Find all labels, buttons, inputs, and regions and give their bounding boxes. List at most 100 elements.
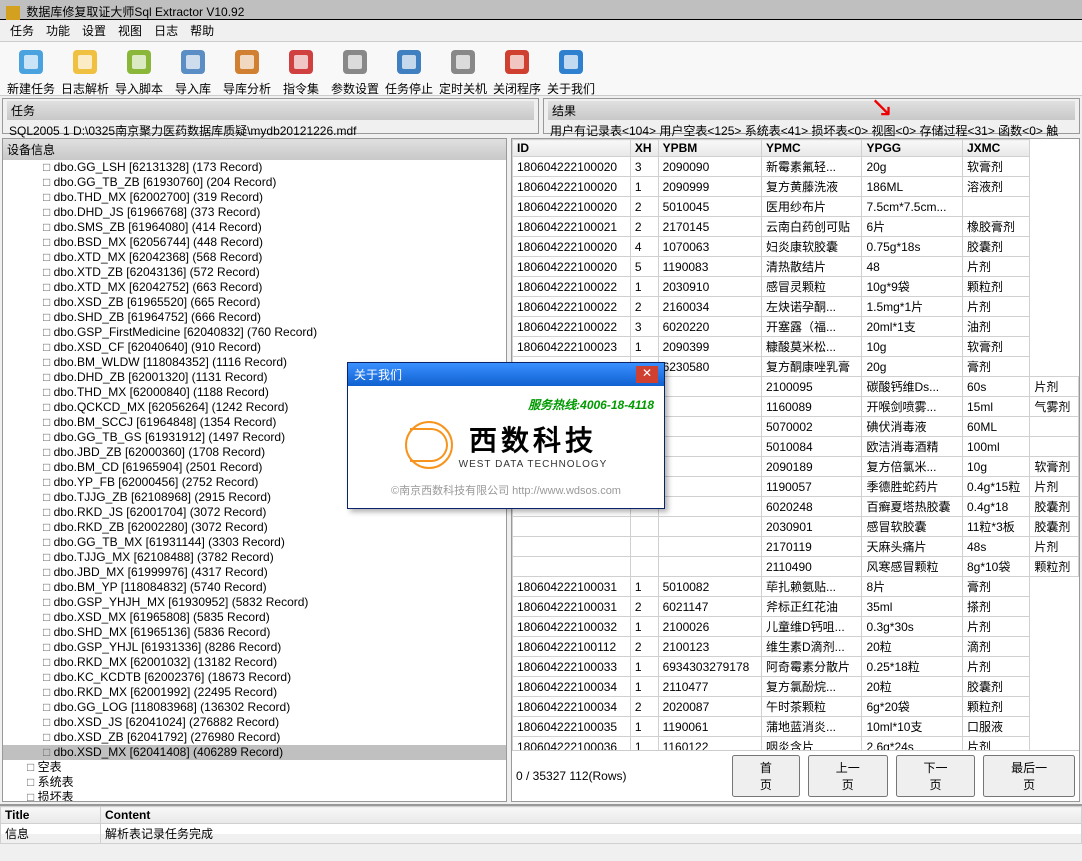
table-row[interactable]: 18060422210002025010045医用纱布片7.5cm*7.5cm.… xyxy=(513,197,1079,217)
tree-item[interactable]: dbo.XSD_MX [61965808] (5835 Record) xyxy=(3,610,506,625)
tool-close[interactable]: 关闭程序 xyxy=(490,46,544,91)
grid-col-YPMC[interactable]: YPMC xyxy=(761,140,861,157)
tree-item[interactable]: dbo.THD_MX [62002700] (319 Record) xyxy=(3,190,506,205)
table-row[interactable]: 18060422210002236020220开塞露（福...20ml*1支油剂 xyxy=(513,317,1079,337)
grid-col-ID[interactable]: ID xyxy=(513,140,631,157)
cell: 膏剂 xyxy=(962,357,1029,377)
tree-item[interactable]: dbo.JBD_MX [61999976] (4317 Record) xyxy=(3,565,506,580)
cell: 2.6g*24s xyxy=(862,737,963,751)
pager-next[interactable]: 下一页 xyxy=(896,755,976,797)
table-row[interactable]: 18060422210003511190061蒲地蓝消炎...10ml*10支口… xyxy=(513,717,1079,737)
table-row[interactable]: 18060422210002212030910感冒灵颗粒10g*9袋颗粒剂 xyxy=(513,277,1079,297)
tree-item[interactable]: dbo.SHD_ZB [61964752] (666 Record) xyxy=(3,310,506,325)
table-row[interactable]: 18060422210003611160122咽炎含片2.6g*24s片剂 xyxy=(513,737,1079,751)
tree-item[interactable]: dbo.XSD_CF [62040640] (910 Record) xyxy=(3,340,506,355)
tool-stop[interactable]: 任务停止 xyxy=(382,46,436,91)
cell xyxy=(658,557,761,577)
table-row[interactable]: 18060422210002122170145云南白药创可贴6片橡胶膏剂 xyxy=(513,217,1079,237)
table-row[interactable]: 18060422210003115010082荜扎赖氨贴...8片膏剂 xyxy=(513,577,1079,597)
cell: 180604222100031 xyxy=(513,577,631,597)
table-row[interactable]: 2030901感冒软胶囊11粒*3板胶囊剂 xyxy=(513,517,1079,537)
cell: 胶囊剂 xyxy=(1030,497,1079,517)
table-row[interactable]: 2170119天麻头痛片48s片剂 xyxy=(513,537,1079,557)
tool-analyze[interactable]: 导库分析 xyxy=(220,46,274,91)
pager-last[interactable]: 最后一页 xyxy=(983,755,1075,797)
tree-item[interactable]: dbo.XTD_ZB [62043136] (572 Record) xyxy=(3,265,506,280)
dialog-titlebar[interactable]: 关于我们 ✕ xyxy=(348,363,664,386)
tree-item[interactable]: dbo.RKD_MX [62001032] (13182 Record) xyxy=(3,655,506,670)
tree-item[interactable]: dbo.GSP_FirstMedicine [62040832] (760 Re… xyxy=(3,325,506,340)
table-row[interactable]: 18060422210003212100026儿童维D钙咀...0.3g*30s… xyxy=(513,617,1079,637)
tree-item[interactable]: dbo.GSP_YHJH_MX [61930952] (5832 Record) xyxy=(3,595,506,610)
tool-about[interactable]: 关于我们 xyxy=(544,46,598,91)
cell: 清热散结片 xyxy=(761,257,861,277)
table-row[interactable]: 18060422210003412110477复方氯酚烷...20粒胶囊剂 xyxy=(513,677,1079,697)
table-row[interactable]: 18060422210002041070063妇炎康软胶囊0.75g*18s胶囊… xyxy=(513,237,1079,257)
grid-col-YPBM[interactable]: YPBM xyxy=(658,140,761,157)
menu-视图[interactable]: 视图 xyxy=(112,22,148,40)
tool-log[interactable]: 日志解析 xyxy=(58,46,112,91)
tree-category[interactable]: 空表 xyxy=(3,760,506,775)
tree-item[interactable]: dbo.GG_LOG [118083968] (136302 Record) xyxy=(3,700,506,715)
tree-item[interactable]: dbo.XSD_MX [62041408] (406289 Record) xyxy=(3,745,506,760)
cell: 180604222100020 xyxy=(513,157,631,177)
table-row[interactable]: 18060422210002051190083清热散结片48片剂 xyxy=(513,257,1079,277)
cell: 6021147 xyxy=(658,597,761,617)
tool-settings[interactable]: 参数设置 xyxy=(328,46,382,91)
tree-item[interactable]: dbo.XTD_MX [62042368] (568 Record) xyxy=(3,250,506,265)
close-icon[interactable]: ✕ xyxy=(636,366,658,383)
cell: 20ml*1支 xyxy=(862,317,963,337)
tree-item[interactable]: dbo.BM_YP [118084832] (5740 Record) xyxy=(3,580,506,595)
menu-日志[interactable]: 日志 xyxy=(148,22,184,40)
pager-prev[interactable]: 上一页 xyxy=(808,755,888,797)
cell: 2090999 xyxy=(658,177,761,197)
tree-item[interactable]: dbo.GG_TB_MX [61931144] (3303 Record) xyxy=(3,535,506,550)
grid-col-YPGG[interactable]: YPGG xyxy=(862,140,963,157)
grid-col-JXMC[interactable]: JXMC xyxy=(962,140,1029,157)
red-arrow-annotation xyxy=(870,90,893,123)
table-row[interactable]: 18060422210011222100123维生素D滴剂...20粒滴剂 xyxy=(513,637,1079,657)
cell: 开喉剑喷雾... xyxy=(862,397,963,417)
tree-item[interactable]: dbo.XSD_ZB [61965520] (665 Record) xyxy=(3,295,506,310)
tree-item[interactable]: dbo.XSD_ZB [62041792] (276980 Record) xyxy=(3,730,506,745)
table-row[interactable]: 18060422210003422020087午时茶颗粒6g*20袋颗粒剂 xyxy=(513,697,1079,717)
tool-timer[interactable]: 定时关机 xyxy=(436,46,490,91)
cell: 5010084 xyxy=(761,437,861,457)
pager-first[interactable]: 首页 xyxy=(732,755,800,797)
table-row[interactable]: 18060422210002012090999复方黄藤洗液186ML溶液剂 xyxy=(513,177,1079,197)
tree-item[interactable]: dbo.GSP_YHJL [61931336] (8286 Record) xyxy=(3,640,506,655)
table-row[interactable]: 18060422210002222160034左炔诺孕酮...1.5mg*1片片… xyxy=(513,297,1079,317)
tool-db[interactable]: 导入库 xyxy=(166,46,220,91)
cell: 0.25*18粒 xyxy=(862,657,963,677)
tree-item[interactable]: dbo.XTD_MX [62042752] (663 Record) xyxy=(3,280,506,295)
menu-设置[interactable]: 设置 xyxy=(76,22,112,40)
table-row[interactable]: 2110490风寒感冒颗粒8g*10袋颗粒剂 xyxy=(513,557,1079,577)
tree-item[interactable]: dbo.XSD_JS [62041024] (276882 Record) xyxy=(3,715,506,730)
table-row[interactable]: 18060422210003316934303279178阿奇霉素分散片0.25… xyxy=(513,657,1079,677)
tree-item[interactable]: dbo.GG_LSH [62131328] (173 Record) xyxy=(3,160,506,175)
tree-item[interactable]: dbo.SHD_MX [61965136] (5836 Record) xyxy=(3,625,506,640)
tree-item[interactable]: dbo.GG_TB_ZB [61930760] (204 Record) xyxy=(3,175,506,190)
tree-item[interactable]: dbo.KC_KCDTB [62002376] (18673 Record) xyxy=(3,670,506,685)
tree-item[interactable]: dbo.RKD_MX [62001992] (22495 Record) xyxy=(3,685,506,700)
tree-item[interactable]: dbo.TJJG_MX [62108488] (3782 Record) xyxy=(3,550,506,565)
tree-item[interactable]: dbo.SMS_ZB [61964080] (414 Record) xyxy=(3,220,506,235)
tree-category[interactable]: 损坏表 xyxy=(3,790,506,802)
tool-import[interactable]: 导入脚本 xyxy=(112,46,166,91)
menu-任务[interactable]: 任务 xyxy=(4,22,40,40)
menu-帮助[interactable]: 帮助 xyxy=(184,22,220,40)
menu-功能[interactable]: 功能 xyxy=(40,22,76,40)
tree-item[interactable]: dbo.DHD_JS [61966768] (373 Record) xyxy=(3,205,506,220)
tool-cmd[interactable]: 指令集 xyxy=(274,46,328,91)
cell: 滴剂 xyxy=(962,637,1029,657)
table-row[interactable]: 18060422210002032090090新霉素氟轻...20g软膏剂 xyxy=(513,157,1079,177)
cell: 新霉素氟轻... xyxy=(761,157,861,177)
table-row[interactable]: 18060422210002312090399糠酸莫米松...10g软膏剂 xyxy=(513,337,1079,357)
db-icon xyxy=(177,46,209,78)
tree-item[interactable]: dbo.BSD_MX [62056744] (448 Record) xyxy=(3,235,506,250)
tool-new[interactable]: 新建任务 xyxy=(4,46,58,91)
tree-item[interactable]: dbo.RKD_ZB [62002280] (3072 Record) xyxy=(3,520,506,535)
grid-col-XH[interactable]: XH xyxy=(630,140,658,157)
tree-category[interactable]: 系统表 xyxy=(3,775,506,790)
table-row[interactable]: 18060422210003126021147斧标正红花油35ml搽剂 xyxy=(513,597,1079,617)
